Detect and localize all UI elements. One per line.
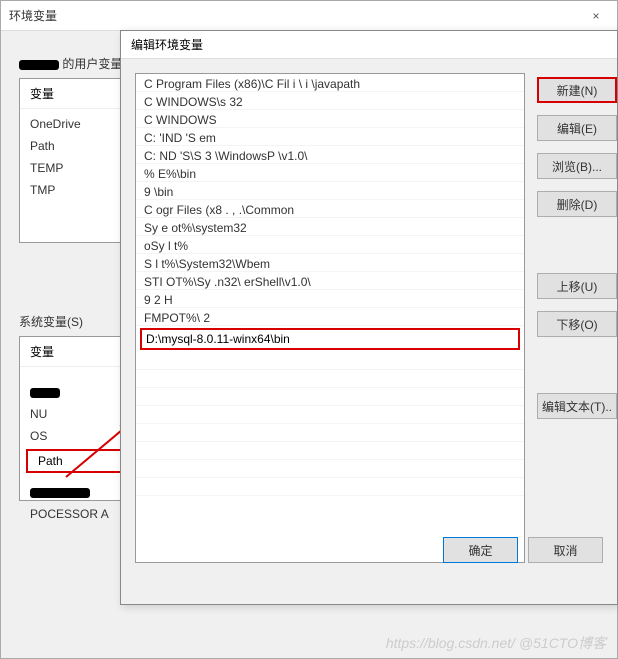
close-icon[interactable]: × [583, 3, 609, 29]
path-entry-empty[interactable] [136, 442, 524, 460]
parent-titlebar: 环境变量 × [1, 1, 617, 31]
path-entry[interactable]: C: 'IND 'S em [136, 128, 524, 146]
path-entry[interactable]: C: ND 'S\S 3 \WindowsP \v1.0\ [136, 146, 524, 164]
path-entry-empty[interactable] [136, 478, 524, 496]
path-entry[interactable]: STI OT%\Sy .n32\ erShell\v1.0\ [136, 272, 524, 290]
path-entry[interactable]: FMPOT%\ 2 [136, 308, 524, 326]
path-entry[interactable]: S l t%\System32\Wbem [136, 254, 524, 272]
path-entry[interactable]: C Program Files (x86)\C Fil i \ i \javap… [136, 74, 524, 92]
user-vars-suffix: 的用户变量 [62, 57, 122, 71]
move-down-button[interactable]: 下移(O) [537, 311, 617, 337]
ok-button[interactable]: 确定 [443, 537, 518, 563]
path-entry[interactable]: 9 2 H [136, 290, 524, 308]
redacted-username [19, 60, 59, 70]
path-entry[interactable]: C ogr Files (x8 . , .\Common [136, 200, 524, 218]
path-entry-empty[interactable] [136, 424, 524, 442]
cancel-button[interactable]: 取消 [528, 537, 603, 563]
delete-button[interactable]: 删除(D) [537, 191, 617, 217]
edit-body: C Program Files (x86)\C Fil i \ i \javap… [121, 59, 617, 577]
side-button-column: 新建(N) 编辑(E) 浏览(B)... 删除(D) 上移(U) 下移(O) 编… [537, 77, 617, 419]
path-entry-empty[interactable] [136, 370, 524, 388]
path-entry-highlighted[interactable]: D:\mysql-8.0.11-winx64\bin [140, 328, 520, 350]
edit-titlebar: 编辑环境变量 [121, 31, 617, 59]
edit-dialog-title: 编辑环境变量 [131, 36, 203, 53]
path-entry-empty[interactable] [136, 406, 524, 424]
edit-env-var-dialog: 编辑环境变量 C Program Files (x86)\C Fil i \ i… [120, 30, 618, 605]
new-button[interactable]: 新建(N) [537, 77, 617, 103]
path-entry[interactable]: C WINDOWS [136, 110, 524, 128]
path-entry[interactable]: Sy e ot%\system32 [136, 218, 524, 236]
edit-text-button[interactable]: 编辑文本(T).. [537, 393, 617, 419]
edit-button[interactable]: 编辑(E) [537, 115, 617, 141]
path-entries-list[interactable]: C Program Files (x86)\C Fil i \ i \javap… [135, 73, 525, 563]
path-entry-empty[interactable] [136, 352, 524, 370]
path-entry-empty[interactable] [136, 388, 524, 406]
browse-button[interactable]: 浏览(B)... [537, 153, 617, 179]
parent-title: 环境变量 [9, 7, 57, 24]
path-entry-empty[interactable] [136, 460, 524, 478]
path-entry[interactable]: oSy l t% [136, 236, 524, 254]
path-entry[interactable]: % E%\bin [136, 164, 524, 182]
edit-button-row: 确定 取消 [443, 537, 603, 563]
path-entry[interactable]: C WINDOWS\s 32 [136, 92, 524, 110]
move-up-button[interactable]: 上移(U) [537, 273, 617, 299]
path-entry[interactable]: 9 \bin [136, 182, 524, 200]
